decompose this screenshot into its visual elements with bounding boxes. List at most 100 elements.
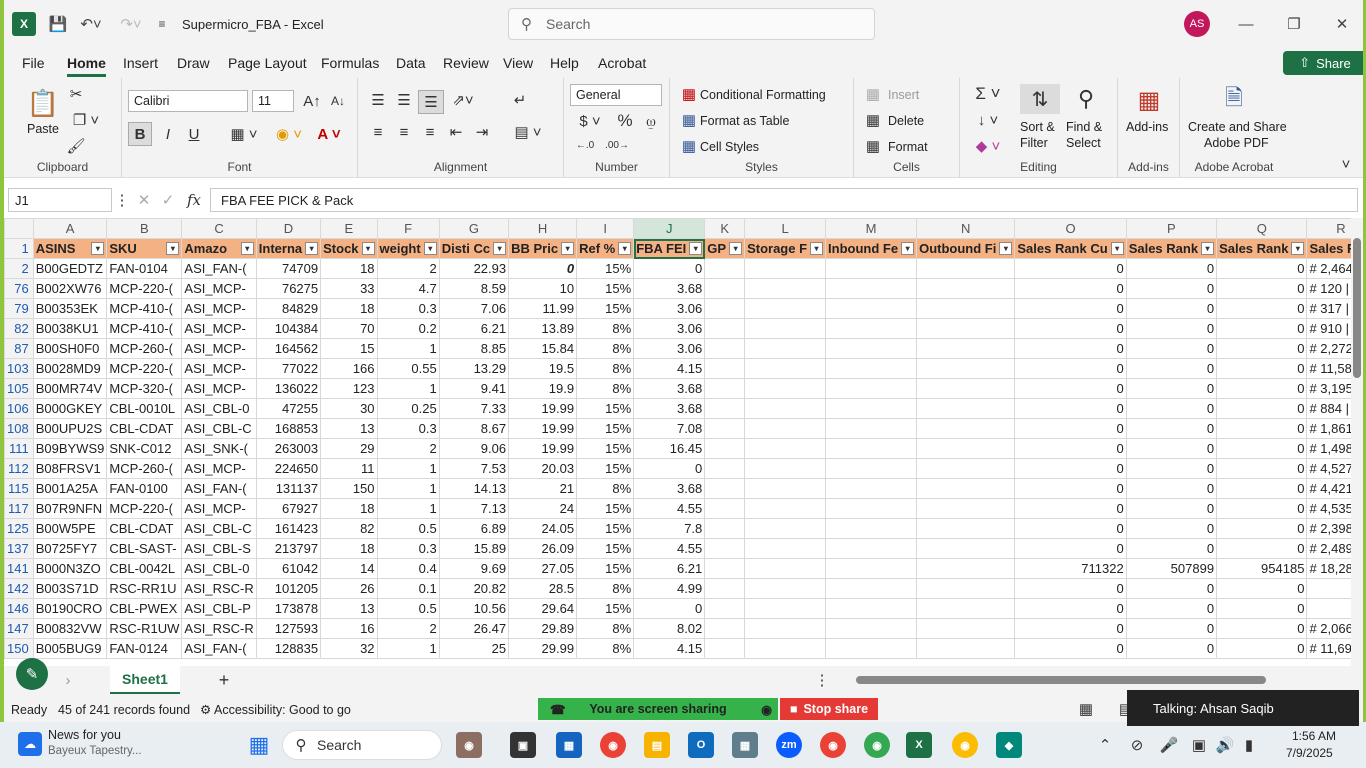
table-cell[interactable]: B00353EK (32, 298, 108, 319)
table-cell[interactable]: 0 (1014, 278, 1127, 299)
undo-icon[interactable]: ↶˅ (76, 12, 106, 36)
table-cell[interactable]: 0 (1014, 518, 1127, 539)
addins-button[interactable]: Add-ins (1126, 120, 1168, 134)
table-cell[interactable]: 0 (1216, 398, 1308, 419)
table-cell[interactable] (744, 538, 827, 559)
table-cell[interactable]: 29.99 (508, 638, 578, 659)
table-cell[interactable]: 84829 (255, 298, 322, 319)
start-icon[interactable]: ▦ (246, 732, 272, 758)
table-cell[interactable] (744, 638, 827, 659)
table-cell[interactable]: CBL-PWEX (106, 598, 183, 619)
row-header[interactable]: 147 (4, 618, 34, 639)
table-cell[interactable]: ASI_MCP- (181, 358, 257, 379)
table-header-cell[interactable]: FBA FEI ▾ (633, 238, 706, 259)
font-size-select[interactable]: 11 (252, 90, 294, 112)
row-header[interactable]: 141 (4, 558, 34, 579)
table-cell[interactable]: 0 (1014, 498, 1127, 519)
table-cell[interactable] (704, 418, 746, 439)
scroll-tabs-icon[interactable]: › (60, 670, 76, 690)
table-cell[interactable]: 0 (1014, 478, 1127, 499)
filter-dropdown-icon[interactable]: ▾ (999, 242, 1013, 255)
table-cell[interactable]: 0.2 (376, 318, 440, 339)
decrease-indent-icon[interactable]: ⇤ (446, 122, 466, 142)
table-cell[interactable]: MCP-220-( (106, 278, 183, 299)
table-cell[interactable]: 6.21 (633, 558, 706, 579)
row-header[interactable]: 105 (4, 378, 34, 399)
table-cell[interactable]: 0 (1216, 378, 1308, 399)
table-cell[interactable] (744, 478, 827, 499)
table-cell[interactable]: 9.41 (438, 378, 510, 399)
table-cell[interactable]: 8.59 (438, 278, 510, 299)
table-cell[interactable] (744, 318, 827, 339)
underline-button[interactable]: U (184, 122, 204, 146)
filter-dropdown-icon[interactable]: ▾ (561, 242, 575, 255)
tab-help[interactable]: Help (550, 55, 579, 71)
table-cell[interactable]: B0725FY7 (32, 538, 108, 559)
row-header[interactable]: 125 (4, 518, 34, 539)
table-cell[interactable]: B0038KU1 (32, 318, 108, 339)
table-cell[interactable]: 0 (1014, 258, 1127, 279)
increase-font-icon[interactable]: A↑ (302, 90, 322, 112)
table-cell[interactable]: 0 (1014, 618, 1127, 639)
table-cell[interactable]: 15 (320, 338, 378, 359)
table-cell[interactable]: 166 (320, 358, 378, 379)
table-cell[interactable]: ASI_RSC-R (181, 578, 257, 599)
table-cell[interactable]: 8% (576, 478, 635, 499)
table-cell[interactable] (704, 318, 746, 339)
table-cell[interactable]: 26.09 (508, 538, 578, 559)
table-cell[interactable]: 0 (1125, 518, 1218, 539)
share-button[interactable]: ⇧ Share (1283, 51, 1363, 75)
table-cell[interactable]: 3.06 (633, 338, 706, 359)
chrome-profile-icon[interactable]: ◉ (820, 732, 846, 758)
table-cell[interactable] (704, 498, 746, 519)
table-cell[interactable]: 47255 (255, 398, 322, 419)
table-cell[interactable]: # 2,066 | T (1306, 618, 1351, 639)
table-cell[interactable]: # 4,535 | T (1306, 498, 1351, 519)
column-header[interactable]: K (704, 218, 746, 239)
close-icon[interactable]: ✕ (1330, 12, 1354, 36)
table-cell[interactable]: 263003 (255, 438, 322, 459)
table-cell[interactable]: 6.89 (438, 518, 510, 539)
table-cell[interactable]: 0 (1125, 498, 1218, 519)
table-cell[interactable]: 0 (508, 258, 578, 279)
table-cell[interactable]: B005BUG9 (32, 638, 108, 659)
row-header[interactable]: 115 (4, 478, 34, 499)
table-cell[interactable]: 168853 (255, 418, 322, 439)
table-cell[interactable]: MCP-220-( (106, 498, 183, 519)
table-cell[interactable]: 0 (1125, 438, 1218, 459)
table-cell[interactable]: 8% (576, 318, 635, 339)
table-cell[interactable]: 7.53 (438, 458, 510, 479)
normal-view-icon[interactable]: ▦ (1076, 700, 1096, 718)
table-cell[interactable]: 3.06 (633, 318, 706, 339)
table-cell[interactable]: 0 (1306, 598, 1351, 619)
table-cell[interactable]: 0 (1125, 418, 1218, 439)
clock-time[interactable]: 1:56 AM (1292, 729, 1336, 743)
table-cell[interactable] (825, 458, 918, 479)
table-cell[interactable]: 0 (1014, 598, 1127, 619)
table-cell[interactable]: 1 (376, 478, 440, 499)
table-cell[interactable]: 29.64 (508, 598, 578, 619)
addins-icon[interactable]: ▦ (1132, 84, 1166, 116)
row-header[interactable]: 108 (4, 418, 34, 439)
table-cell[interactable]: 19.9 (508, 378, 578, 399)
table-cell[interactable]: 67927 (255, 498, 322, 519)
table-cell[interactable] (744, 398, 827, 419)
table-cell[interactable] (916, 478, 1016, 499)
table-header-cell[interactable]: GP ▾ (704, 238, 746, 259)
microphone-icon[interactable]: 🎤 (1160, 736, 1179, 754)
font-color-icon[interactable]: A ˅ (312, 122, 346, 146)
redo-icon[interactable]: ↷˅ (116, 12, 146, 36)
create-pdf-icon[interactable]: 🗎 (1218, 84, 1250, 116)
wrap-text-icon[interactable]: ↵ (510, 90, 530, 110)
table-cell[interactable]: 0 (1014, 378, 1127, 399)
table-cell[interactable]: 0.4 (376, 558, 440, 579)
table-cell[interactable] (825, 538, 918, 559)
find-select-label-2[interactable]: Select (1066, 136, 1101, 150)
table-cell[interactable]: 15% (576, 298, 635, 319)
table-cell[interactable]: 0 (1014, 318, 1127, 339)
table-cell[interactable] (744, 298, 827, 319)
table-cell[interactable] (704, 638, 746, 659)
table-cell[interactable]: FAN-0124 (106, 638, 183, 659)
sort-filter-label-2[interactable]: Filter (1020, 136, 1048, 150)
row-header[interactable]: 111 (4, 438, 34, 459)
